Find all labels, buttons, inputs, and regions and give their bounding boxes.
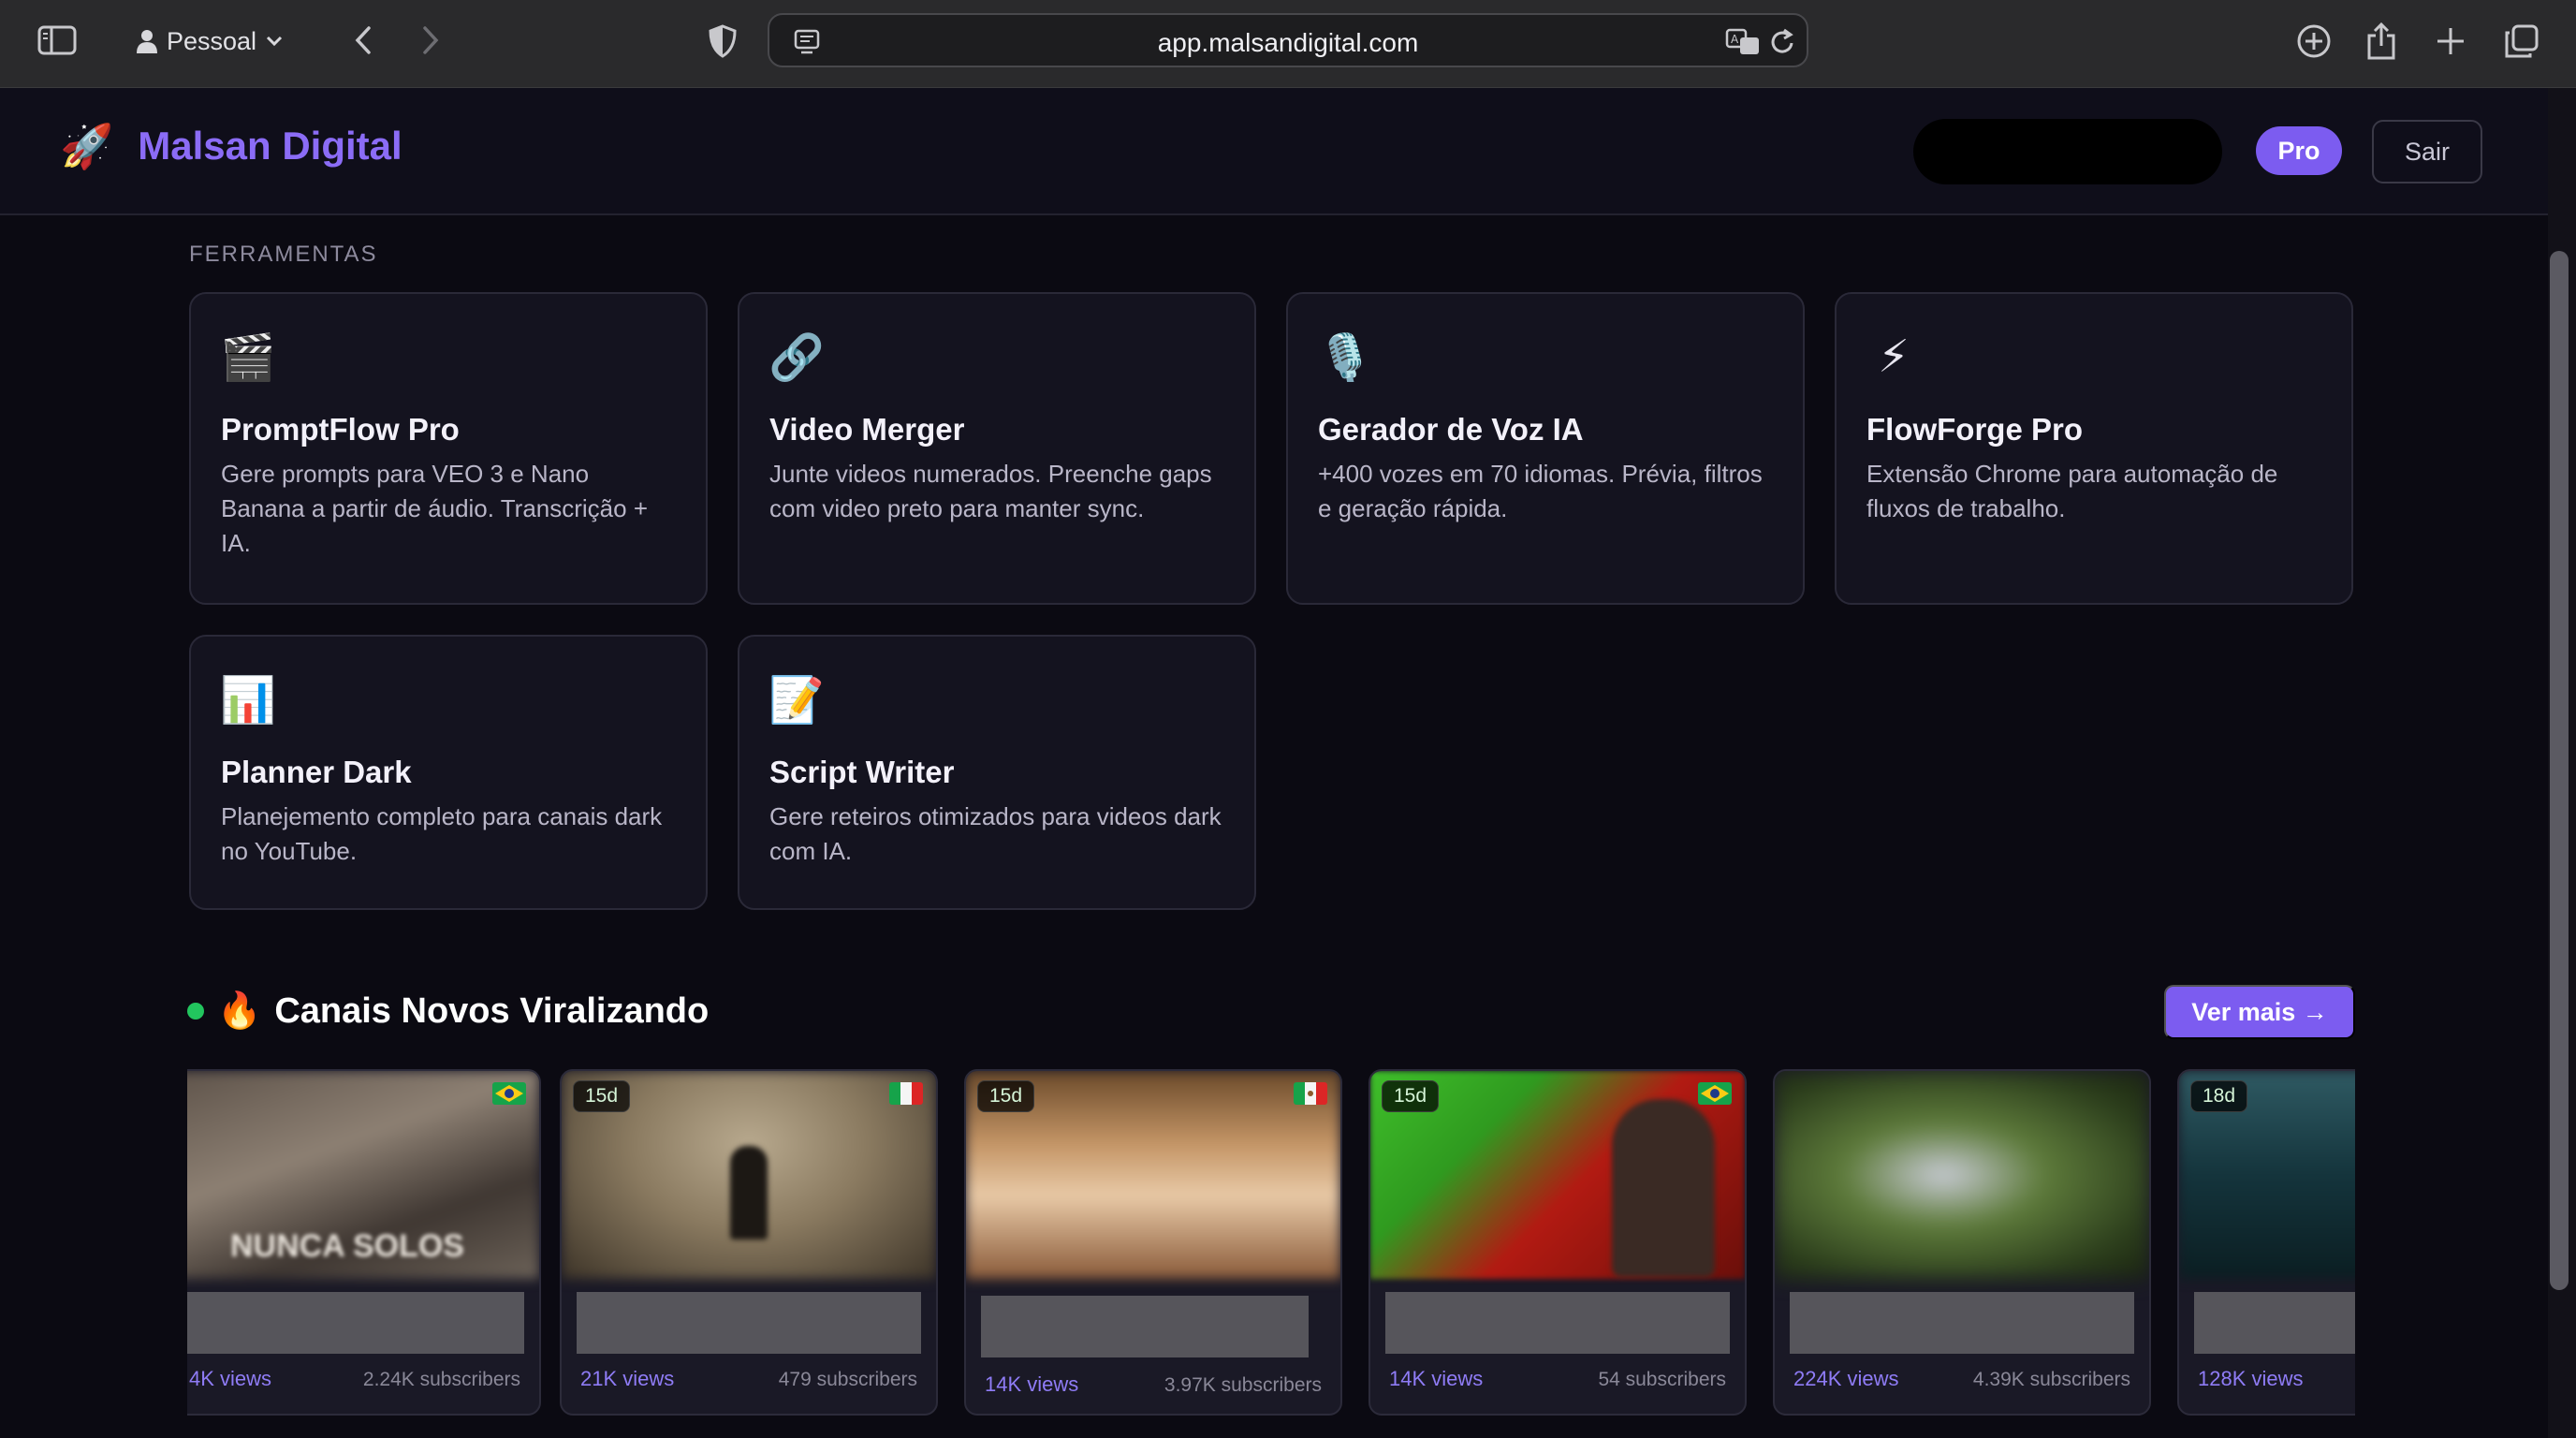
tool-card-planner-dark[interactable]: 📊 Planner Dark Planejemento completo par…	[189, 635, 708, 910]
back-icon[interactable]	[344, 21, 382, 60]
channel-card[interactable]: 18d 128K views	[2177, 1069, 2355, 1416]
italy-flag-icon	[889, 1082, 923, 1105]
lightning-icon: ⚡	[1878, 332, 1910, 382]
channel-thumbnail: NUNCA SOLOS	[187, 1071, 539, 1279]
translate-icon[interactable]: A	[1724, 26, 1762, 58]
link-icon: 🔗	[768, 332, 825, 383]
fire-icon: 🔥	[217, 991, 262, 1031]
channels-carousel[interactable]: NUNCA SOLOS 4K views 2.24K subscribers 1…	[187, 1069, 2355, 1419]
channel-card[interactable]: NUNCA SOLOS 4K views 2.24K subscribers	[187, 1069, 541, 1416]
channel-name-redacted	[187, 1292, 524, 1354]
person-icon	[137, 30, 157, 53]
clapperboard-icon: 🎬	[220, 332, 276, 383]
tool-description: Gere prompts para VEO 3 e Nano Banana a …	[221, 460, 649, 557]
channel-stats: 21K views 479 subscribers	[580, 1367, 917, 1391]
tool-description: Gere reteiros otimizados para videos dar…	[769, 802, 1222, 865]
channel-name-redacted	[981, 1296, 1309, 1357]
logout-button[interactable]: Sair	[2372, 120, 2482, 183]
scrollbar-thumb[interactable]	[2550, 251, 2569, 1290]
channel-age-badge: 15d	[977, 1080, 1035, 1112]
channel-thumbnail	[1775, 1071, 2149, 1279]
channel-views: 14K views	[1389, 1367, 1484, 1390]
tool-title: Gerador de Voz IA	[1318, 412, 1584, 447]
live-indicator	[187, 1003, 204, 1020]
channel-name-redacted	[1790, 1292, 2134, 1354]
channel-age-badge: 15d	[573, 1080, 631, 1112]
channel-views: 14K views	[985, 1372, 1079, 1396]
plan-badge: Pro	[2256, 126, 2342, 175]
channel-subscribers: 4.39K subscribers	[1972, 1369, 2130, 1390]
channel-stats: 14K views 3.97K subscribers	[985, 1372, 1322, 1397]
tool-description: Junte videos numerados. Preenche gaps co…	[769, 460, 1212, 522]
memo-icon: 📝	[768, 675, 825, 726]
tool-title: Script Writer	[769, 755, 955, 789]
url-text: app.malsandigital.com	[1157, 28, 1419, 57]
svg-text:A: A	[1731, 33, 1739, 46]
tool-title: Video Merger	[769, 412, 965, 447]
rocket-icon: 🚀	[60, 122, 114, 170]
share-icon[interactable]	[2361, 21, 2402, 62]
download-icon[interactable]	[2293, 21, 2334, 62]
channels-title: Canais Novos Viralizando	[274, 990, 710, 1031]
brand[interactable]: 🚀 Malsan Digital	[60, 124, 402, 169]
brand-name: Malsan Digital	[138, 124, 402, 168]
channel-card[interactable]: 15d 21K views 479 subscribers	[560, 1069, 938, 1416]
app-header: 🚀 Malsan Digital Pro Sair	[0, 88, 2548, 215]
microphone-icon: 🎙️	[1317, 332, 1373, 383]
brazil-flag-icon	[1698, 1082, 1732, 1105]
tool-description: Extensão Chrome para automação de fluxos…	[1866, 460, 2278, 522]
channel-stats: 4K views 2.24K subscribers	[189, 1367, 520, 1391]
address-bar[interactable]: app.malsandigital.com A	[768, 13, 1808, 67]
chevron-down-icon	[267, 36, 283, 47]
privacy-shield-icon[interactable]	[704, 21, 741, 62]
browser-toolbar: Pessoal app.malsandigital.com A	[0, 0, 2576, 88]
channel-views: 224K views	[1793, 1367, 1899, 1390]
channel-name-redacted	[577, 1292, 921, 1354]
tool-card-flowforge[interactable]: ⚡ FlowForge Pro Extensão Chrome para aut…	[1835, 292, 2353, 605]
new-tab-icon[interactable]	[2430, 21, 2471, 62]
sidebar-toggle-icon[interactable]	[36, 22, 79, 58]
mexico-flag-icon	[1294, 1082, 1327, 1105]
channel-card[interactable]: 15d 14K views 3.97K subscribers	[964, 1069, 1342, 1416]
channel-age-badge: 18d	[2190, 1080, 2248, 1112]
channel-stats: 128K views	[2198, 1367, 2355, 1391]
channel-views: 21K views	[580, 1367, 675, 1390]
channels-header: 🔥 Canais Novos Viralizando	[187, 990, 709, 1032]
channel-views: 4K views	[189, 1367, 272, 1390]
channel-card[interactable]: 15d 14K views 54 subscribers	[1368, 1069, 1747, 1416]
brazil-flag-icon	[492, 1082, 526, 1105]
channel-subscribers: 2.24K subscribers	[362, 1369, 520, 1390]
channel-name-redacted	[2194, 1292, 2355, 1354]
tab-overview-icon[interactable]	[2501, 21, 2542, 62]
tool-card-voice-generator[interactable]: 🎙️ Gerador de Voz IA +400 vozes em 70 id…	[1286, 292, 1805, 605]
channel-views: 128K views	[2198, 1367, 2304, 1390]
bar-chart-icon: 📊	[220, 675, 276, 726]
user-account-pill[interactable]	[1913, 119, 2222, 184]
channel-name-redacted	[1385, 1292, 1730, 1354]
channel-stats: 224K views 4.39K subscribers	[1793, 1367, 2130, 1391]
tool-card-video-merger[interactable]: 🔗 Video Merger Junte videos numerados. P…	[738, 292, 1256, 605]
channel-subscribers: 3.97K subscribers	[1164, 1374, 1322, 1396]
tool-description: Planejemento completo para canais dark n…	[221, 802, 663, 865]
see-more-button[interactable]: Ver mais →	[2164, 985, 2355, 1039]
channel-age-badge: 15d	[1382, 1080, 1440, 1112]
tool-title: PromptFlow Pro	[221, 412, 460, 447]
channel-card[interactable]: 224K views 4.39K subscribers	[1773, 1069, 2151, 1416]
reload-icon[interactable]	[1767, 26, 1799, 58]
channel-subscribers: 54 subscribers	[1598, 1369, 1726, 1390]
tool-title: FlowForge Pro	[1866, 412, 2083, 447]
tool-card-promptflow[interactable]: 🎬 PromptFlow Pro Gere prompts para VEO 3…	[189, 292, 708, 605]
tool-description: +400 vozes em 70 idiomas. Prévia, filtro…	[1318, 460, 1763, 522]
channel-stats: 14K views 54 subscribers	[1389, 1367, 1726, 1391]
channel-subscribers: 479 subscribers	[778, 1369, 917, 1390]
profile-label: Pessoal	[167, 26, 257, 55]
tools-section-label: FERRAMENTAS	[189, 242, 378, 267]
forward-icon[interactable]	[412, 21, 449, 60]
profile-switcher[interactable]: Pessoal	[137, 22, 283, 60]
tool-title: Planner Dark	[221, 755, 412, 789]
tool-card-script-writer[interactable]: 📝 Script Writer Gere reteiros otimizados…	[738, 635, 1256, 910]
